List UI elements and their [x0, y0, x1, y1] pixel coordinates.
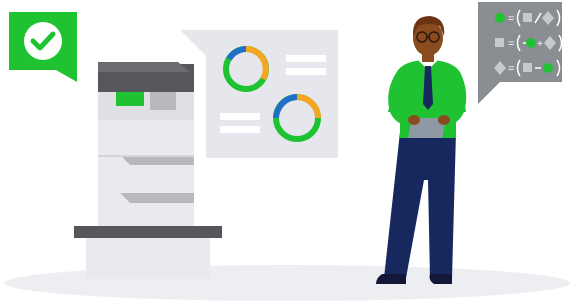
svg-text:=: = [508, 38, 514, 50]
check-badge [9, 12, 77, 82]
printer-button [150, 92, 176, 110]
printer [74, 62, 222, 278]
text-line-placeholder [220, 113, 260, 120]
svg-text:+: + [537, 39, 543, 50]
person [376, 16, 467, 284]
printer-display [116, 92, 144, 106]
square-icon [523, 63, 532, 72]
text-line-placeholder [286, 68, 326, 75]
shoe [429, 274, 452, 284]
square-icon [495, 38, 504, 47]
svg-text:=: = [508, 63, 514, 75]
text-line-placeholder [286, 55, 326, 62]
svg-text:=: = [508, 13, 514, 25]
hand [408, 115, 420, 125]
chart-panel [180, 30, 338, 158]
circle-icon [543, 63, 553, 73]
illustration: = = + = [4, 2, 570, 301]
hand [438, 115, 450, 125]
circle-icon [495, 13, 505, 23]
circle-icon [526, 38, 536, 48]
text-line-placeholder [220, 126, 260, 133]
shoe [376, 274, 406, 284]
formula-panel: = = + = [478, 2, 563, 104]
square-icon [523, 13, 532, 22]
